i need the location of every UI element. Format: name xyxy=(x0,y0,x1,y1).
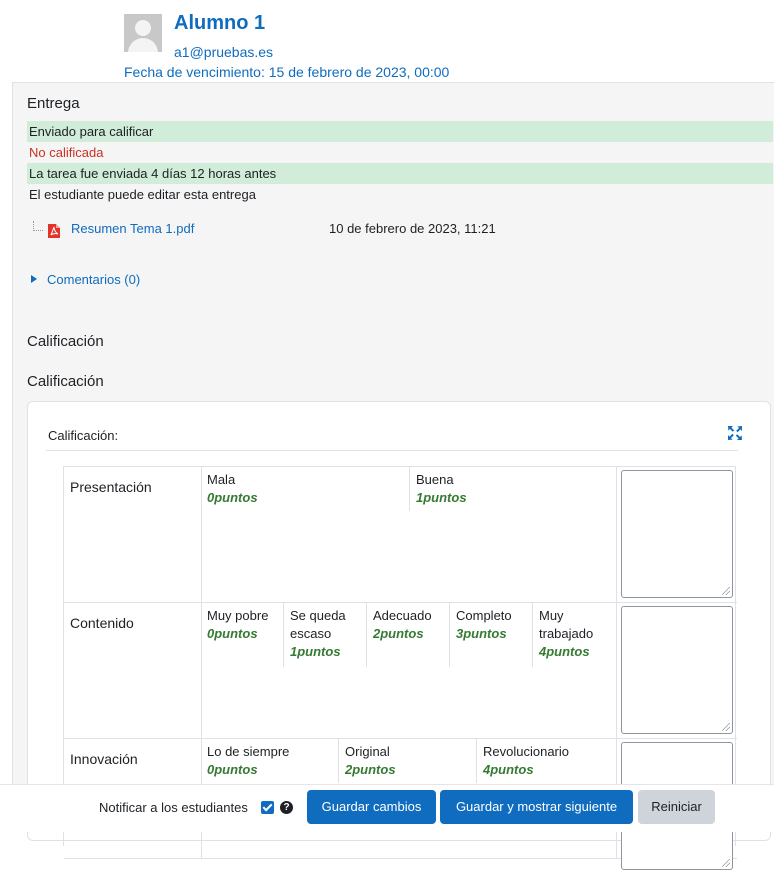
level-points: 0puntos xyxy=(207,490,258,505)
level-points: 1puntos xyxy=(416,490,467,505)
tree-connector xyxy=(33,221,43,231)
file-date: 10 de febrero de 2023, 11:21 xyxy=(329,221,496,236)
level-definition: Buena xyxy=(416,472,454,487)
level-definition: Original xyxy=(345,744,390,759)
grade-heading: Calificación xyxy=(27,333,104,350)
grade-subheading: Calificación xyxy=(27,373,104,390)
status-grading: No calificada xyxy=(29,145,104,160)
criterion-name: Contenido xyxy=(70,615,134,631)
notify-label: Notificar a los estudiantes xyxy=(99,800,248,815)
rubric-row-contenido: Contenido Muy pobre 0puntos Se queda esc… xyxy=(64,603,737,739)
rubric-level[interactable]: Muy trabajado 4puntos xyxy=(533,603,616,667)
rubric-level[interactable]: Mala 0puntos xyxy=(201,467,410,511)
rubric-level[interactable]: Muy pobre 0puntos xyxy=(201,603,284,667)
level-definition: Se queda escaso xyxy=(290,608,346,641)
grade-label: Calificación: xyxy=(48,428,119,443)
level-definition: Revolucionario xyxy=(483,744,569,759)
level-points: 3puntos xyxy=(456,626,507,641)
rubric-level[interactable]: Original 2puntos xyxy=(339,739,477,783)
submission-heading: Entrega xyxy=(27,95,80,112)
level-definition: Completo xyxy=(456,608,512,623)
save-next-button[interactable]: Guardar y mostrar siguiente xyxy=(440,790,633,824)
criterion-name: Innovación xyxy=(70,751,138,767)
level-points: 2puntos xyxy=(345,762,396,777)
status-submitted: Enviado para calificar xyxy=(27,121,773,142)
sticky-footer: Notificar a los estudiantes ? Guardar ca… xyxy=(0,784,774,832)
rubric-row-presentacion: Presentación Mala 0puntos Buena 1puntos xyxy=(64,467,737,603)
level-points: 1puntos xyxy=(290,644,341,659)
status-time: La tarea fue enviada 4 días 12 horas ant… xyxy=(27,163,773,184)
submission-panel: Entrega Enviado para calificar No califi… xyxy=(12,82,774,870)
rubric-level[interactable]: Se queda escaso 1puntos xyxy=(284,603,367,667)
notify-checkbox[interactable] xyxy=(261,801,274,814)
user-name[interactable]: Alumno 1 xyxy=(174,12,265,35)
comments-toggle[interactable]: Comentarios (0) xyxy=(31,272,140,287)
level-definition: Adecuado xyxy=(373,608,432,623)
help-icon[interactable]: ? xyxy=(280,801,293,814)
remark-textarea[interactable] xyxy=(621,470,733,598)
level-points: 2puntos xyxy=(373,626,424,641)
criterion-name: Presentación xyxy=(70,479,152,495)
expand-icon[interactable] xyxy=(728,426,742,440)
rubric-level[interactable]: Completo 3puntos xyxy=(450,603,533,667)
avatar[interactable] xyxy=(124,14,162,52)
level-definition: Mala xyxy=(207,472,236,487)
rubric-level[interactable]: Revolucionario 4puntos xyxy=(477,739,616,783)
level-definition: Muy pobre xyxy=(207,608,269,623)
level-points: 4puntos xyxy=(539,644,590,659)
level-points: 0puntos xyxy=(207,626,258,641)
remark-textarea[interactable] xyxy=(621,606,733,734)
level-points: 4puntos xyxy=(483,762,534,777)
comments-label: Comentarios (0) xyxy=(47,272,141,287)
rubric-level[interactable]: Lo de siempre 0puntos xyxy=(201,739,339,783)
status-editable: El estudiante puede editar esta entrega xyxy=(29,187,256,202)
due-date: Fecha de vencimiento: 15 de febrero de 2… xyxy=(124,64,450,80)
grading-card: Calificación: Presentación Mala 0puntos … xyxy=(27,401,771,870)
file-link[interactable]: Resumen Tema 1.pdf xyxy=(71,221,194,236)
pdf-icon xyxy=(48,224,60,238)
user-email[interactable]: a1@pruebas.es xyxy=(174,44,273,60)
caret-right-icon xyxy=(31,275,37,283)
reset-button[interactable]: Reiniciar xyxy=(638,790,715,824)
rubric-level[interactable]: Buena 1puntos xyxy=(410,467,616,511)
save-button[interactable]: Guardar cambios xyxy=(307,790,436,824)
level-definition: Lo de siempre xyxy=(207,744,290,759)
level-definition: Muy trabajado xyxy=(539,608,594,641)
level-points: 0puntos xyxy=(207,762,258,777)
card-separator xyxy=(46,450,738,451)
rubric-level[interactable]: Adecuado 2puntos xyxy=(367,603,450,667)
